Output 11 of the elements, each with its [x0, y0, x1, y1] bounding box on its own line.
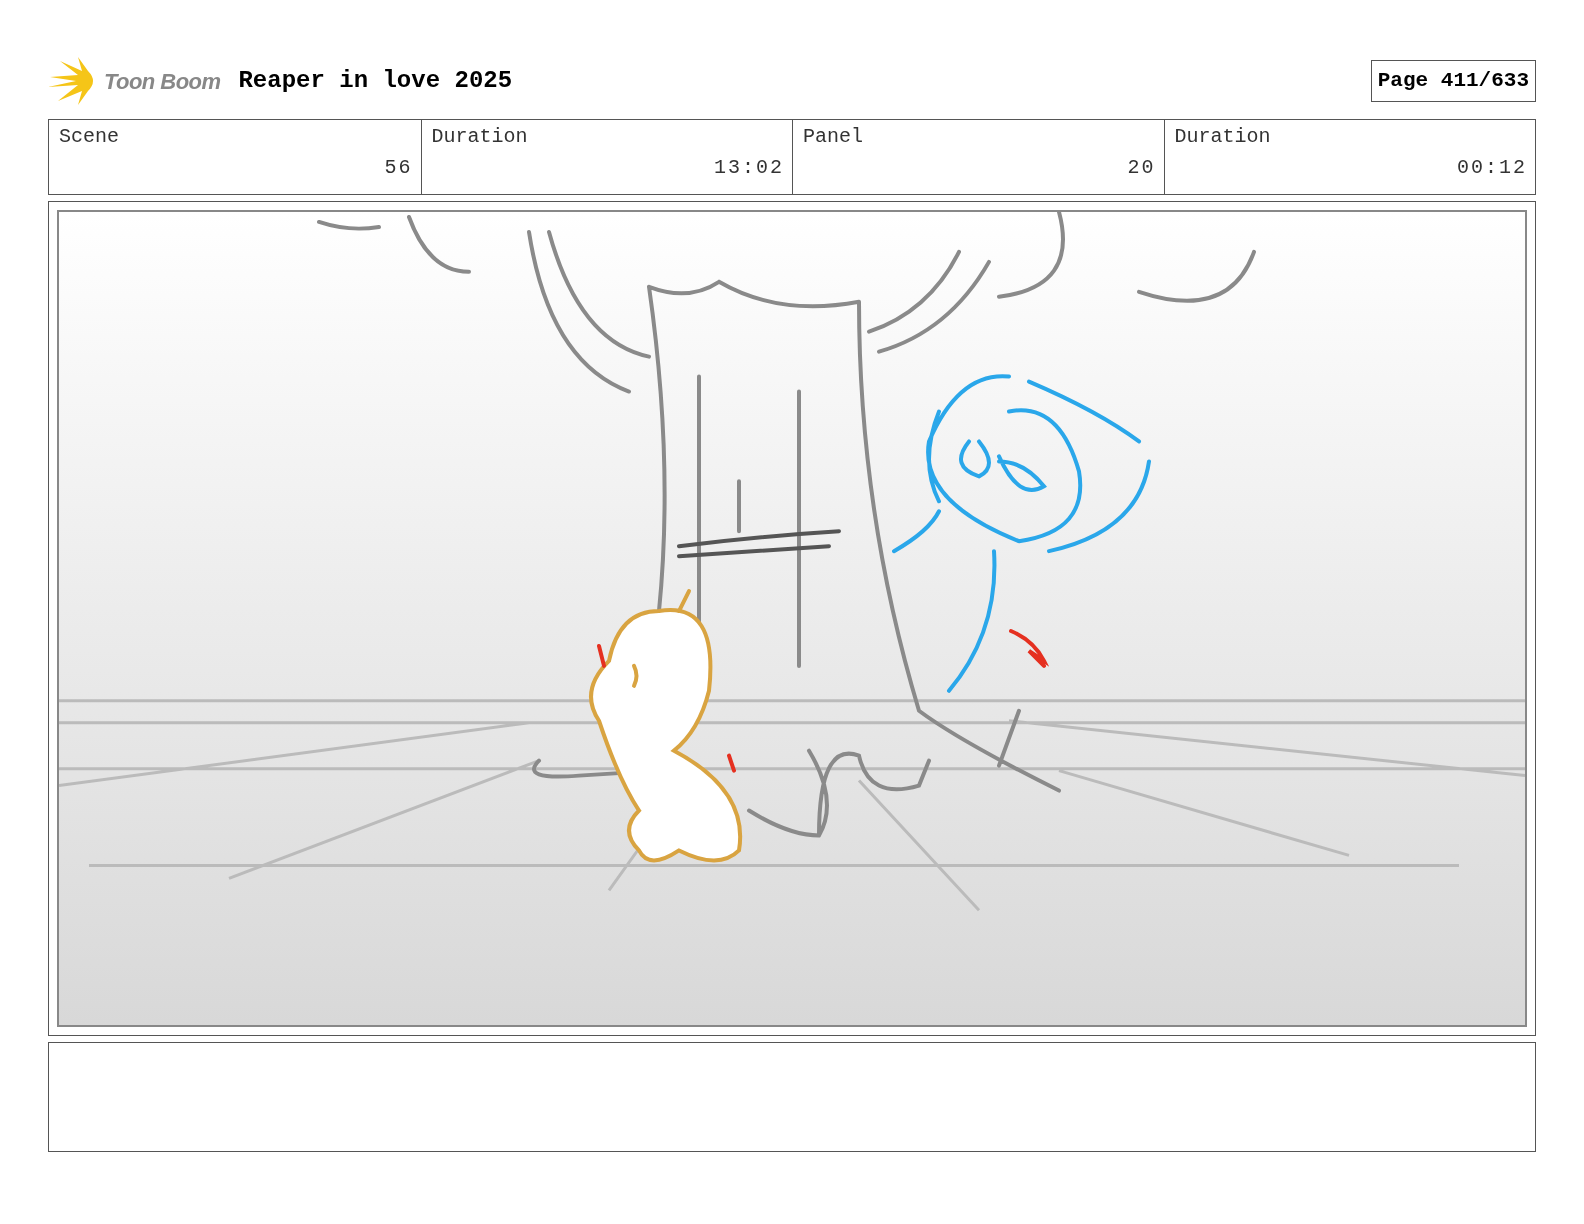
field-label: Scene [59, 124, 119, 149]
field-value: 00:12 [1457, 155, 1527, 180]
field-value: 13:02 [714, 155, 784, 180]
field-value: 20 [1127, 155, 1156, 180]
field-label: Duration [431, 124, 528, 149]
page-number: Page 411/633 [1370, 60, 1536, 102]
document-title: Reaper in love 2025 [238, 66, 513, 96]
field-label: Duration [1174, 124, 1271, 149]
field-label: Panel [803, 124, 863, 149]
logo-text: Toon Boom [104, 67, 221, 96]
field-value: 56 [384, 155, 413, 180]
